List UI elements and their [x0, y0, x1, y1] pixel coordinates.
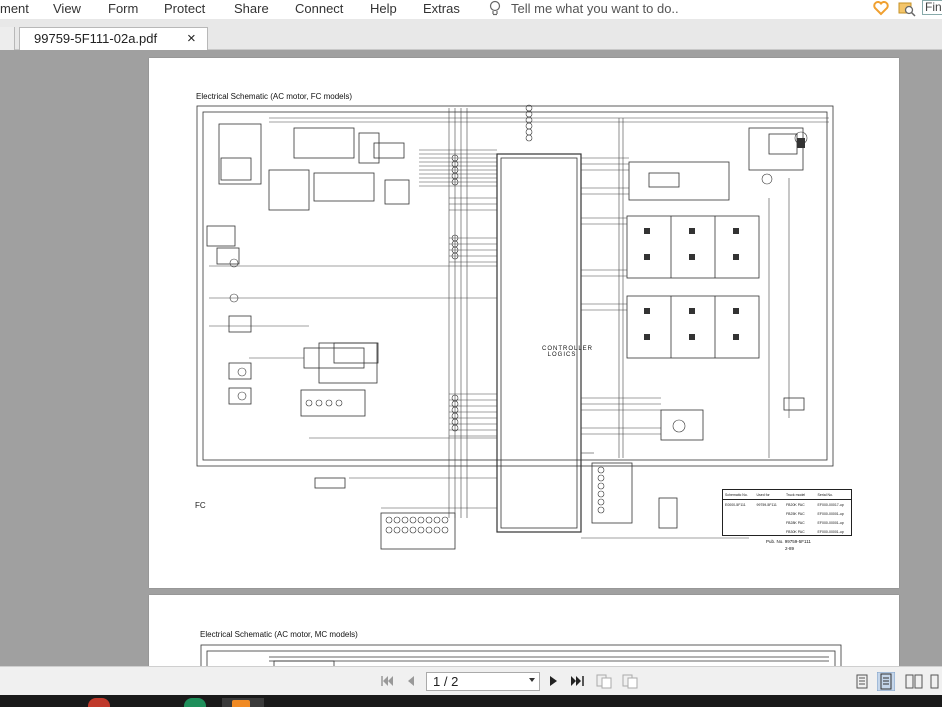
- tab-previous[interactable]: [0, 27, 15, 50]
- tab-document-label: 99759-5F111-02a.pdf: [34, 31, 158, 46]
- previous-view-icon[interactable]: [596, 674, 612, 689]
- tab-document[interactable]: 99759-5F111-02a.pdf ×: [19, 27, 208, 50]
- tell-me-search-input[interactable]: Tell me what you want to do..: [511, 1, 679, 16]
- taskbar-app-icon[interactable]: [184, 698, 206, 707]
- menu-item-connect[interactable]: Connect: [295, 1, 343, 16]
- taskbar-active-app[interactable]: [222, 698, 264, 707]
- pdf-page-2: Electrical Schematic (AC motor, MC model…: [149, 595, 899, 666]
- pdf-app-icon: [232, 700, 250, 707]
- pdf-page-1: Electrical Schematic (AC motor, FC model…: [149, 58, 899, 588]
- continuous-view-icon[interactable]: [877, 672, 895, 691]
- publication-number: Pub. No. 99759-5F111: [766, 539, 811, 544]
- menu-item-form[interactable]: Form: [108, 1, 138, 16]
- table-header: Serial No.: [817, 492, 833, 497]
- table-header: Used for: [756, 492, 770, 497]
- continuous-facing-view-icon[interactable]: [930, 674, 942, 689]
- table-row: FB28K PAC EF000-00001-up: [786, 520, 844, 525]
- next-view-icon[interactable]: [622, 674, 638, 689]
- page-number-field[interactable]: 1 / 2: [426, 672, 540, 691]
- first-page-icon[interactable]: [380, 674, 394, 688]
- menu-item-view[interactable]: View: [53, 1, 81, 16]
- table-header: Truck model: [786, 492, 806, 497]
- chevron-down-icon[interactable]: [529, 678, 535, 682]
- close-icon[interactable]: ×: [187, 31, 196, 46]
- schematic-info-table: Schematic No. Used for Truck model Seria…: [722, 489, 852, 536]
- menu-item-document[interactable]: ment: [0, 1, 29, 16]
- lightbulb-icon: [489, 0, 501, 16]
- fc-model-label: FC: [195, 501, 206, 510]
- last-page-icon[interactable]: [570, 674, 586, 688]
- tab-strip: 99759-5F111-02a.pdf ×: [0, 19, 942, 50]
- controller-logics-label: CONTROLLER LOGICS: [542, 346, 594, 358]
- find-in-folder-icon[interactable]: [898, 0, 916, 17]
- table-row: E0000-5F111 99759-5F111 FB20K PAC EF000-…: [725, 502, 844, 507]
- document-viewport[interactable]: Electrical Schematic (AC motor, FC model…: [0, 50, 942, 666]
- menu-item-extras[interactable]: Extras: [423, 1, 460, 16]
- menu-bar: ment View Form Protect Share Connect Hel…: [0, 0, 942, 19]
- table-row: FB30K PAC EF000-00001-up: [786, 529, 844, 534]
- favorite-icon[interactable]: [873, 0, 889, 16]
- page-navigation-bar: 1 / 2: [0, 666, 942, 695]
- facing-view-icon[interactable]: [905, 674, 923, 689]
- taskbar: [0, 695, 942, 707]
- menu-item-help[interactable]: Help: [370, 1, 397, 16]
- table-header: Schematic No.: [725, 492, 748, 497]
- next-page-icon[interactable]: [548, 674, 560, 688]
- single-page-view-icon[interactable]: [856, 674, 868, 689]
- page-indicator: 1 / 2: [433, 674, 459, 689]
- menu-item-protect[interactable]: Protect: [164, 1, 205, 16]
- wiring-schematic: [200, 644, 842, 666]
- taskbar-app-icon[interactable]: [88, 698, 110, 707]
- page-number-label: 2-89: [785, 546, 795, 551]
- find-input[interactable]: Fin: [922, 0, 942, 15]
- menu-item-share[interactable]: Share: [234, 1, 269, 16]
- table-row: FB25K PAC EF000-00001-up: [786, 511, 844, 516]
- previous-page-icon[interactable]: [404, 674, 416, 688]
